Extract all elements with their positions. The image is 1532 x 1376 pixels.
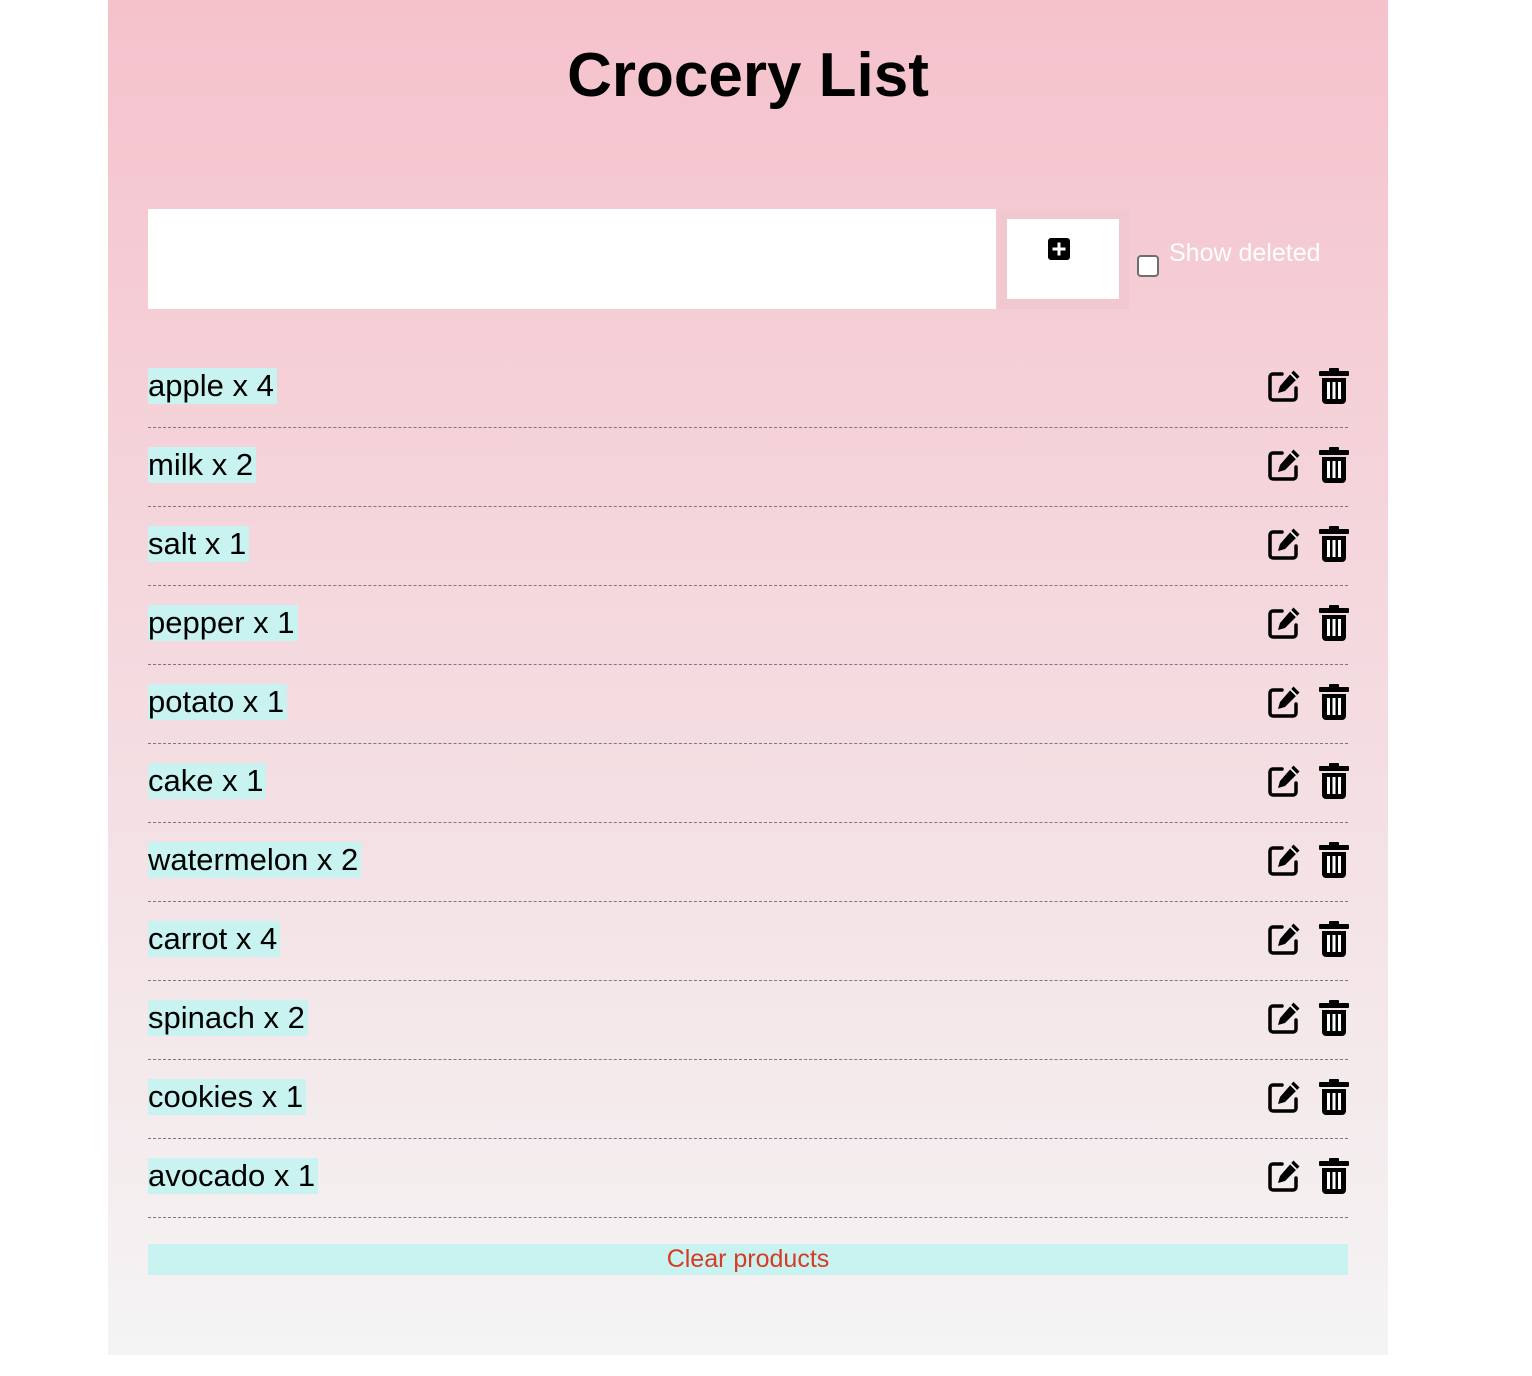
edit-icon[interactable] xyxy=(1266,1079,1302,1115)
list-item: pepper x 1 xyxy=(148,586,1350,665)
show-deleted-checkbox[interactable] xyxy=(1137,255,1159,277)
add-product-form: Show deleted xyxy=(148,209,1388,309)
item-label: carrot x 4 xyxy=(148,921,281,957)
list-item: milk x 2 xyxy=(148,428,1350,507)
edit-icon[interactable] xyxy=(1266,605,1302,641)
edit-icon[interactable] xyxy=(1266,842,1302,878)
edit-icon[interactable] xyxy=(1266,447,1302,483)
list-item: cake x 1 xyxy=(148,744,1350,823)
trash-icon[interactable] xyxy=(1318,1000,1350,1036)
add-product-button[interactable] xyxy=(997,209,1129,309)
product-input[interactable] xyxy=(148,209,996,309)
trash-icon[interactable] xyxy=(1318,684,1350,720)
clear-products-button[interactable]: Clear products xyxy=(148,1244,1348,1275)
item-label: salt x 1 xyxy=(148,526,250,562)
list-item: cookies x 1 xyxy=(148,1060,1350,1139)
product-list: apple x 4 milk x 2 salt x 1 pepper x 1 potat… xyxy=(148,349,1350,1218)
edit-icon[interactable] xyxy=(1266,1000,1302,1036)
item-label: avocado x 1 xyxy=(148,1158,319,1194)
trash-icon[interactable] xyxy=(1318,1158,1350,1194)
list-item: salt x 1 xyxy=(148,507,1350,586)
trash-icon[interactable] xyxy=(1318,921,1350,957)
edit-icon[interactable] xyxy=(1266,684,1302,720)
trash-icon[interactable] xyxy=(1318,526,1350,562)
trash-icon[interactable] xyxy=(1318,1079,1350,1115)
edit-icon[interactable] xyxy=(1266,526,1302,562)
list-item: avocado x 1 xyxy=(148,1139,1350,1218)
trash-icon[interactable] xyxy=(1318,842,1350,878)
list-item: apple x 4 xyxy=(148,349,1350,428)
item-label: spinach x 2 xyxy=(148,1000,308,1036)
item-label: cake x 1 xyxy=(148,763,267,799)
plus-square-icon xyxy=(1048,238,1070,260)
show-deleted-toggle[interactable]: Show deleted xyxy=(1137,237,1321,277)
trash-icon[interactable] xyxy=(1318,447,1350,483)
trash-icon[interactable] xyxy=(1318,605,1350,641)
list-item: carrot x 4 xyxy=(148,902,1350,981)
list-item: spinach x 2 xyxy=(148,981,1350,1060)
page-title: Crocery List xyxy=(567,41,929,110)
list-item: potato x 1 xyxy=(148,665,1350,744)
grocery-app: Crocery List Show deleted apple x 4 milk … xyxy=(108,0,1388,1355)
show-deleted-label: Show deleted xyxy=(1169,239,1321,267)
edit-icon[interactable] xyxy=(1266,921,1302,957)
edit-icon[interactable] xyxy=(1266,368,1302,404)
list-item: watermelon x 2 xyxy=(148,823,1350,902)
trash-icon[interactable] xyxy=(1318,763,1350,799)
item-label: potato x 1 xyxy=(148,684,288,720)
item-label: milk x 2 xyxy=(148,447,257,483)
item-label: watermelon x 2 xyxy=(148,842,362,878)
item-label: apple x 4 xyxy=(148,368,277,404)
item-label: cookies x 1 xyxy=(148,1079,307,1115)
edit-icon[interactable] xyxy=(1266,1158,1302,1194)
item-label: pepper x 1 xyxy=(148,605,298,641)
edit-icon[interactable] xyxy=(1266,763,1302,799)
trash-icon[interactable] xyxy=(1318,368,1350,404)
